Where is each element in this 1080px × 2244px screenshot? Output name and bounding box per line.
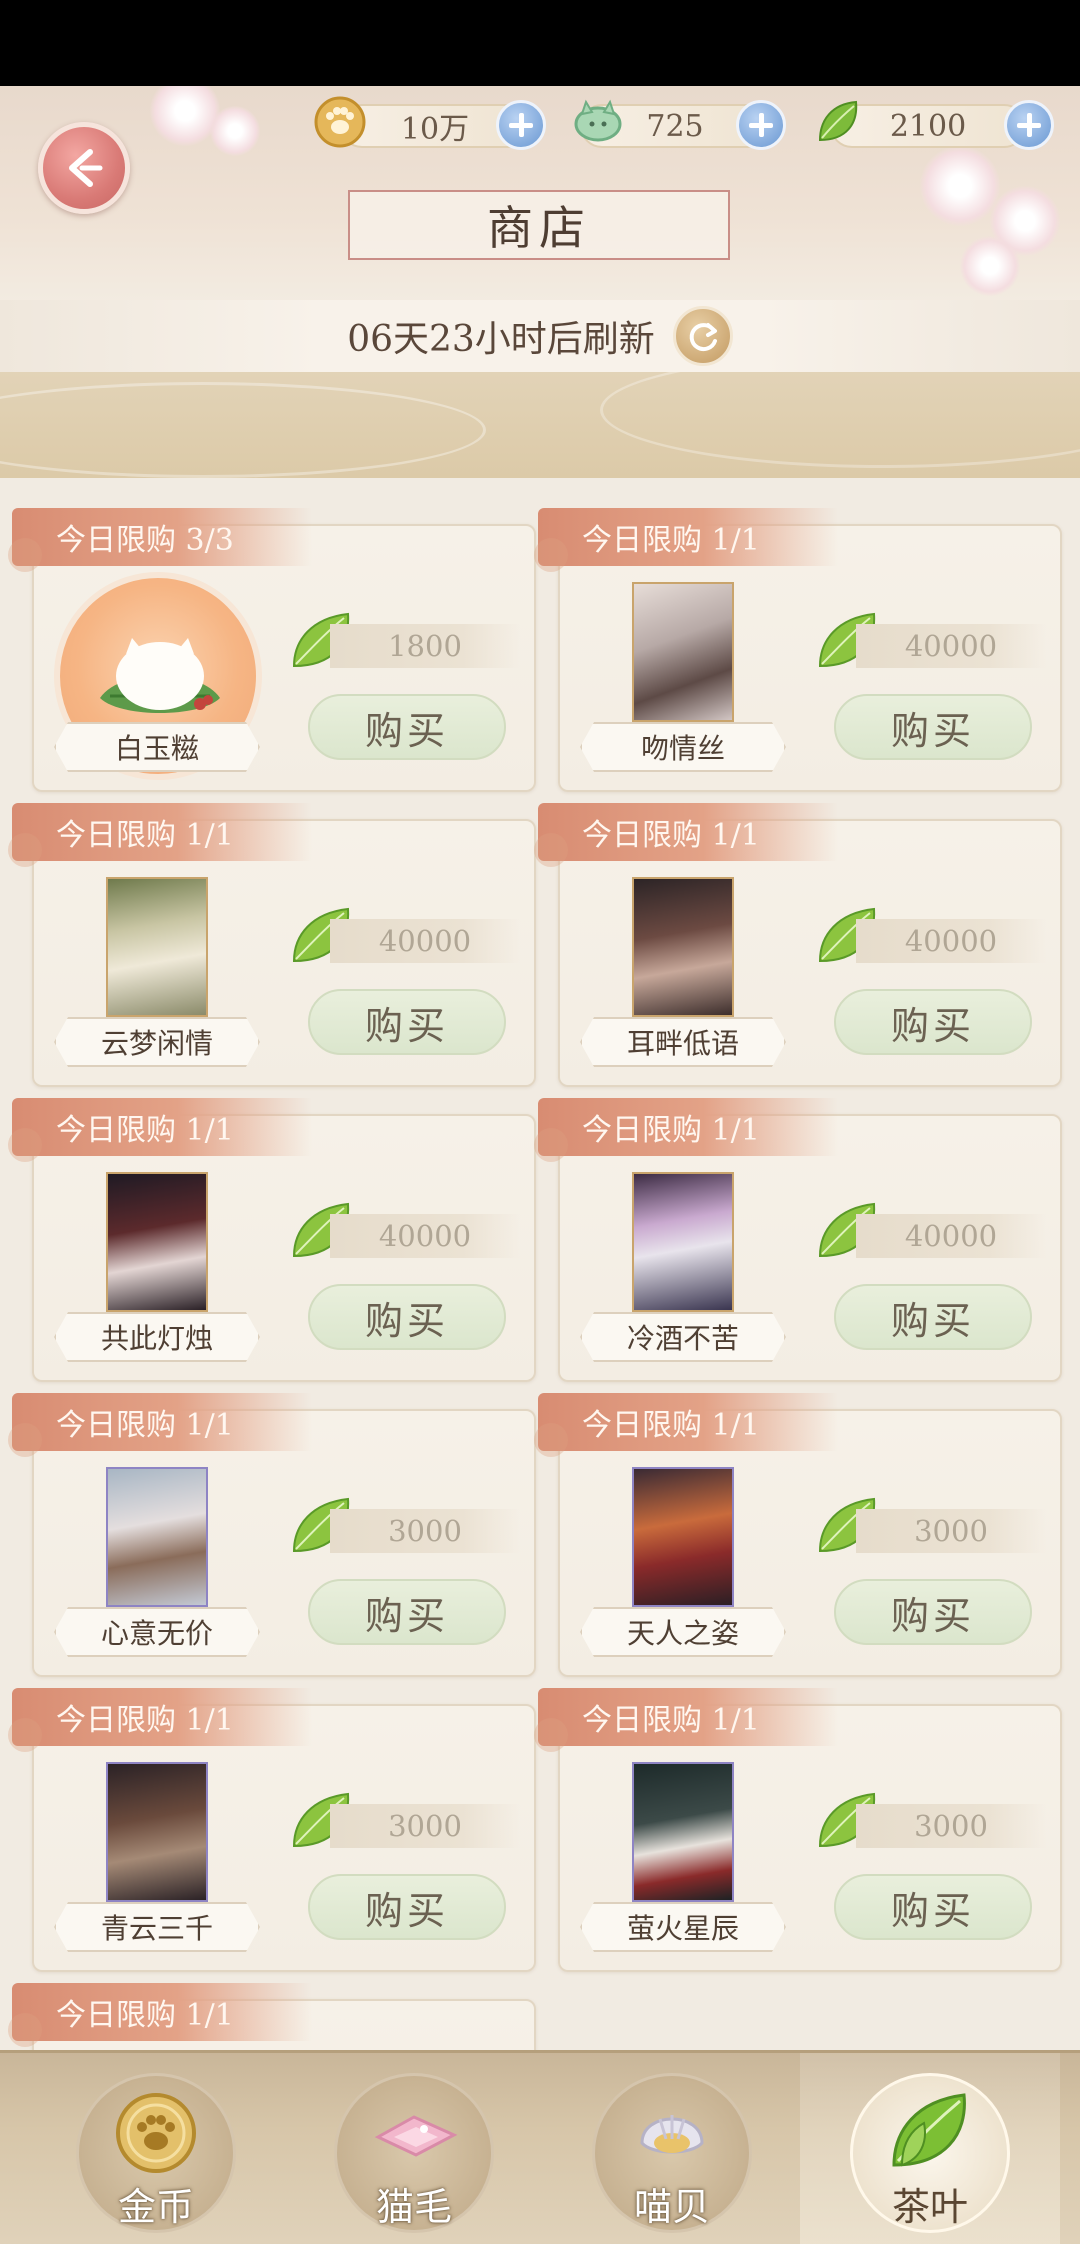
item-card-art[interactable] [632, 582, 734, 722]
item-name-plate: 天人之姿 [580, 1607, 786, 1657]
item-card-art[interactable] [106, 1467, 208, 1607]
item-price: 40000 [856, 919, 1046, 963]
item-name-plate: 冷酒不苦 [580, 1312, 786, 1362]
purchase-limit-tag: 今日限购 1/1 [8, 1098, 312, 1162]
tab-cat-hair[interactable]: 猫毛 [284, 2053, 544, 2244]
buy-button[interactable]: 购买 [308, 1874, 506, 1940]
item-price: 3000 [856, 1804, 1046, 1848]
item-price: 1800 [330, 624, 520, 668]
add-cat-hair-button[interactable] [736, 100, 786, 150]
refresh-timer-bar: 06天23小时后刷新 [0, 300, 1080, 372]
item-card-art[interactable] [632, 1172, 734, 1312]
bottom-tab-bar: 金币 猫毛 喵贝 茶叶 [0, 2050, 1080, 2244]
shop-item-card: 今日限购 1/1 萤火星辰 3000 购买 [534, 1688, 1062, 1972]
buy-button[interactable]: 购买 [308, 1579, 506, 1645]
purchase-limit-tag: 今日限购 3/3 [8, 508, 312, 572]
shop-item-card: 今日限购 1/1 耳畔低语 40000 购买 [534, 803, 1062, 1087]
refresh-button[interactable] [672, 306, 733, 366]
shop-item-card: 今日限购 1/1 心意无价 3000 购买 [8, 1393, 536, 1677]
item-price: 40000 [330, 1214, 520, 1258]
item-name-plate: 共此灯烛 [54, 1312, 260, 1362]
buy-button[interactable]: 购买 [308, 694, 506, 760]
add-tea-leaf-button[interactable] [1004, 100, 1054, 150]
decorative-banner [0, 372, 1080, 478]
cat-hair-icon [374, 2115, 458, 2157]
buy-button[interactable]: 购买 [834, 989, 1032, 1055]
add-gold-button[interactable] [496, 100, 546, 150]
refresh-icon [689, 323, 717, 352]
item-price: 40000 [856, 1214, 1046, 1258]
back-arrow-icon [69, 149, 103, 187]
currency-gold-value: 10万 [400, 112, 470, 147]
back-button[interactable] [38, 122, 130, 214]
blossom-decoration [210, 106, 260, 156]
tea-leaf-icon [892, 2093, 966, 2167]
shop-header: 10万 725 2100 商店 [0, 86, 1080, 306]
blossom-decoration [920, 146, 1000, 226]
item-name-plate: 萤火星辰 [580, 1902, 786, 1952]
buy-button[interactable]: 购买 [834, 1284, 1032, 1350]
shop-item-card: 今日限购 3/3 白玉糍 1800 购买 [8, 508, 536, 792]
buy-button[interactable]: 购买 [834, 694, 1032, 760]
purchase-limit-tag: 今日限购 1/1 [8, 1983, 312, 2047]
currency-tea-leaf-value: 2100 [889, 108, 967, 144]
purchase-limit-tag: 今日限购 1/1 [8, 1688, 312, 1752]
refresh-countdown: 06天23小时后刷新 [347, 319, 655, 360]
buy-button[interactable]: 购买 [834, 1579, 1032, 1645]
buy-button[interactable]: 购买 [308, 989, 506, 1055]
tab-tea-leaf[interactable]: 茶叶 [800, 2053, 1060, 2244]
item-price: 40000 [330, 919, 520, 963]
shop-item-card: 今日限购 1/1 天人之姿 3000 购买 [534, 1393, 1062, 1677]
item-card-art[interactable] [106, 1762, 208, 1902]
shop-item-grid: 今日限购 3/3 白玉糍 1800 购买 今日限购 1/1 吻情丝 40000 … [0, 478, 1080, 2050]
item-name-plate: 吻情丝 [580, 722, 786, 772]
tea-leaf-icon [818, 100, 858, 142]
purchase-limit-tag: 今日限购 1/1 [534, 1688, 838, 1752]
item-name-plate: 心意无价 [54, 1607, 260, 1657]
purchase-limit-tag: 今日限购 1/1 [534, 508, 838, 572]
cat-hair-icon [574, 99, 622, 142]
item-price: 40000 [856, 624, 1046, 668]
item-card-art[interactable] [632, 1467, 734, 1607]
item-name-plate: 耳畔低语 [580, 1017, 786, 1067]
shop-item-card: 今日限购 1/1 共此灯烛 40000 购买 [8, 1098, 536, 1382]
item-price: 3000 [330, 1804, 520, 1848]
item-card-art[interactable] [632, 877, 734, 1017]
blossom-decoration [150, 86, 220, 146]
item-name-plate: 白玉糍 [54, 722, 260, 772]
buy-button[interactable]: 购买 [834, 1874, 1032, 1940]
item-card-art[interactable] [106, 877, 208, 1017]
blossom-decoration [960, 236, 1020, 296]
purchase-limit-tag: 今日限购 1/1 [534, 1098, 838, 1162]
shop-item-card: 今日限购 1/1 冷酒不苦 40000 购买 [534, 1098, 1062, 1382]
item-price: 3000 [856, 1509, 1046, 1553]
shop-item-card: 今日限购 1/1 [8, 1983, 536, 2050]
page-title: 商店 [348, 190, 730, 260]
tab-shell-label: 喵贝 [633, 2185, 710, 2229]
shop-item-card: 今日限购 1/1 青云三千 3000 购买 [8, 1688, 536, 1972]
status-bar [0, 0, 1080, 86]
buy-button[interactable]: 购买 [308, 1284, 506, 1350]
purchase-limit-tag: 今日限购 1/1 [8, 803, 312, 867]
purchase-limit-tag: 今日限购 1/1 [534, 1393, 838, 1457]
shell-icon [640, 2115, 704, 2154]
item-name-plate: 云梦闲情 [54, 1017, 260, 1067]
item-name-plate: 青云三千 [54, 1902, 260, 1952]
item-card-art[interactable] [106, 1172, 208, 1312]
tab-gold-label: 金币 [117, 2185, 194, 2229]
shop-item-card: 今日限购 1/1 吻情丝 40000 购买 [534, 508, 1062, 792]
tab-tea-leaf-label: 茶叶 [891, 2185, 968, 2229]
gold-coin-icon [116, 2093, 196, 2173]
item-card-art[interactable] [632, 1762, 734, 1902]
paw-coin-icon [314, 96, 366, 148]
tab-shell[interactable]: 喵贝 [542, 2053, 802, 2244]
purchase-limit-tag: 今日限购 1/1 [8, 1393, 312, 1457]
item-price: 3000 [330, 1509, 520, 1553]
purchase-limit-tag: 今日限购 1/1 [534, 803, 838, 867]
tab-cat-hair-label: 猫毛 [375, 2185, 452, 2229]
tab-gold[interactable]: 金币 [26, 2053, 286, 2244]
currency-cat-hair-value: 725 [646, 108, 704, 144]
shop-item-card: 今日限购 1/1 云梦闲情 40000 购买 [8, 803, 536, 1087]
